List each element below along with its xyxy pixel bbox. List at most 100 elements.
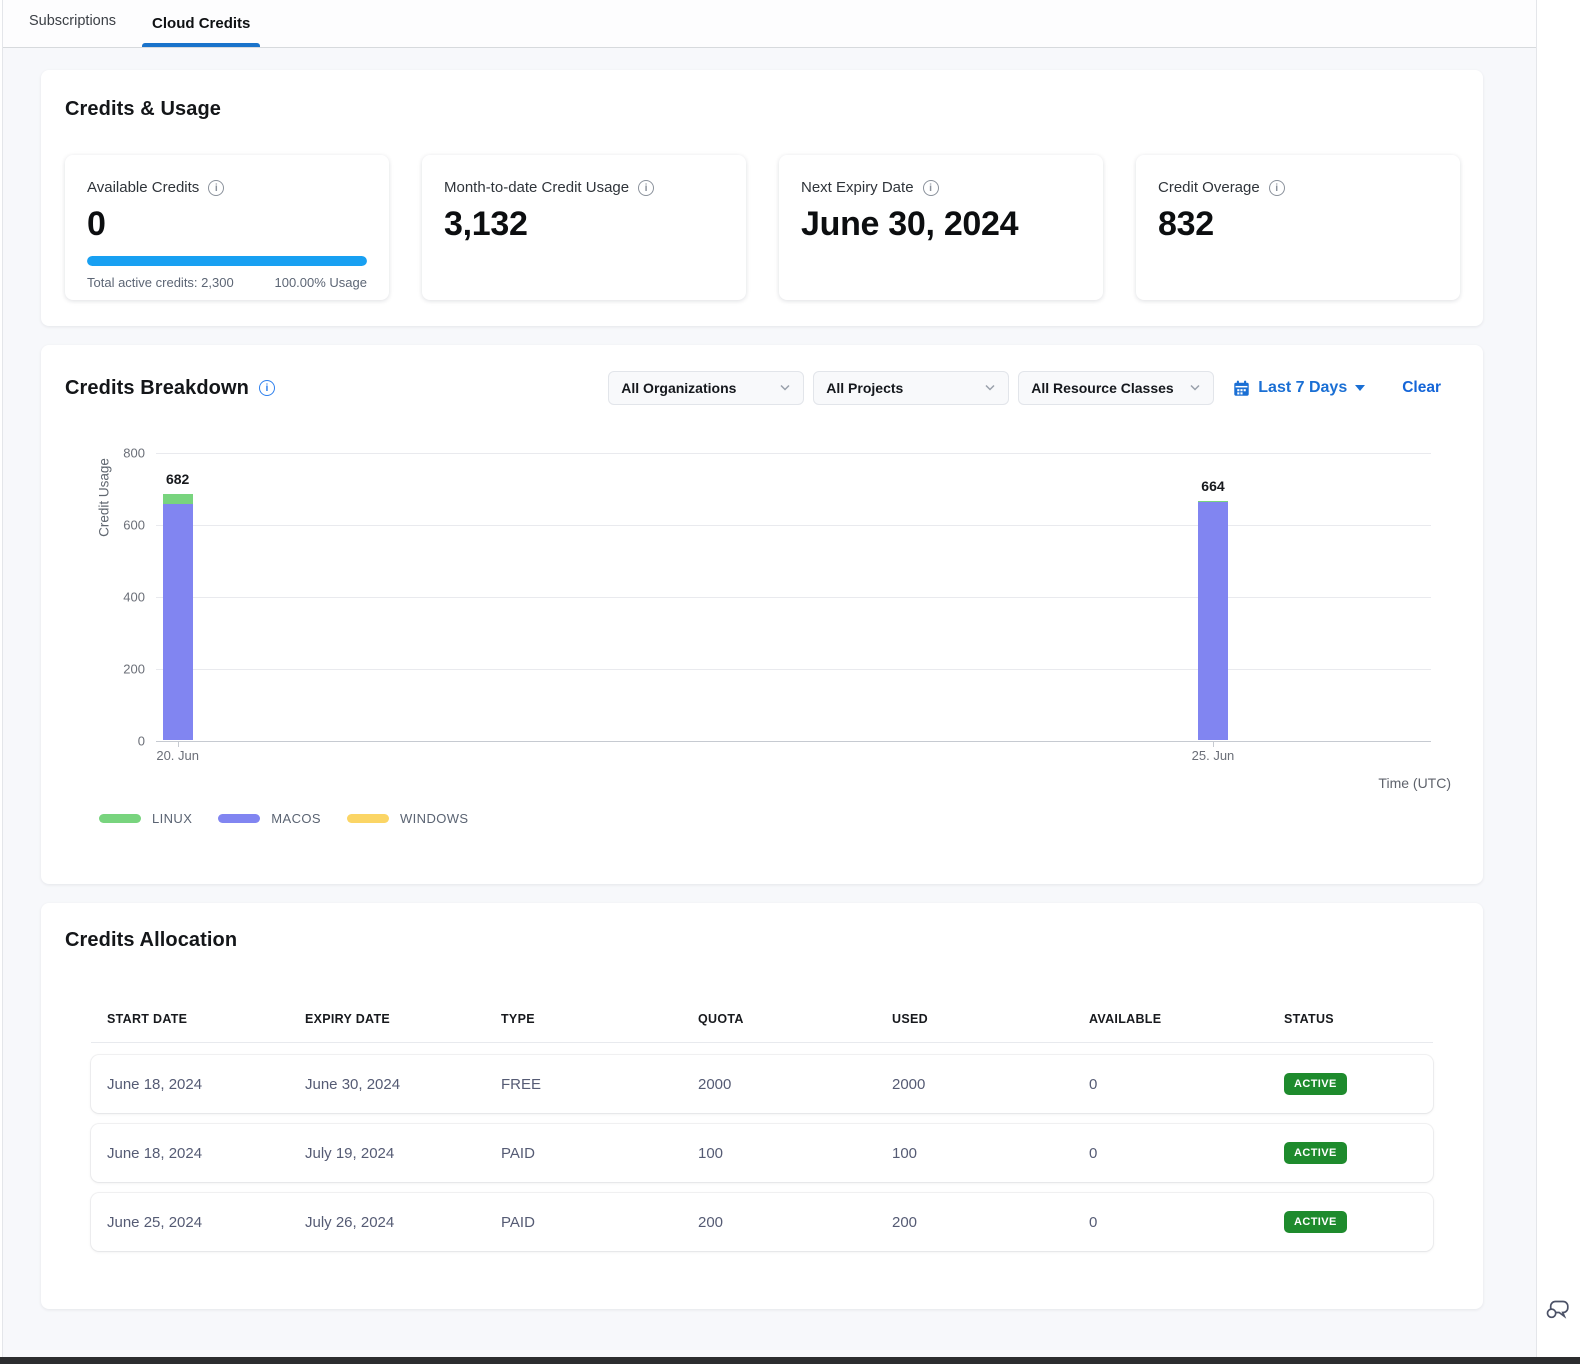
main-content: Credits & Usage Available Credits 0 Tota… xyxy=(3,48,1536,1309)
total-active-credits-text: Total active credits: 2,300 xyxy=(87,275,234,290)
cell-start-date: June 18, 2024 xyxy=(91,1145,289,1162)
date-range-button[interactable]: Last 7 Days xyxy=(1233,379,1365,397)
metric-grid: Available Credits 0 Total active credits… xyxy=(65,155,1460,300)
info-icon[interactable] xyxy=(638,180,654,196)
info-icon[interactable] xyxy=(923,180,939,196)
column-header-quota: QUOTA xyxy=(682,1012,876,1026)
info-icon[interactable] xyxy=(259,380,275,396)
legend-swatch xyxy=(218,814,260,823)
available-credits-value: 0 xyxy=(87,205,367,244)
chart-x-axis-title: Time (UTC) xyxy=(156,775,1451,791)
screen: Subscriptions Cloud Credits Credits & Us… xyxy=(0,0,1580,1364)
chat-bubbles-icon xyxy=(1542,1294,1572,1324)
cell-status: ACTIVE xyxy=(1268,1142,1433,1164)
column-header-status: STATUS xyxy=(1268,1012,1433,1026)
chart-legend: LINUX MACOS WINDOWS xyxy=(99,811,1431,826)
section-credits-allocation: Credits Allocation START DATEEXPIRY DATE… xyxy=(41,903,1483,1309)
table-row: June 25, 2024July 26, 2024PAID2002000ACT… xyxy=(91,1193,1433,1251)
info-icon[interactable] xyxy=(208,180,224,196)
cell-type: PAID xyxy=(485,1145,682,1162)
cell-used: 2000 xyxy=(876,1076,1073,1093)
chevron-down-icon xyxy=(779,384,791,392)
chart-x-axis: 20. Jun25. Jun xyxy=(156,741,1431,765)
caret-down-icon xyxy=(1355,385,1365,391)
cell-available: 0 xyxy=(1073,1145,1268,1162)
usage-percent-text: 100.00% Usage xyxy=(274,275,367,290)
legend-label: LINUX xyxy=(152,811,192,826)
calendar-icon xyxy=(1233,380,1250,397)
cell-expiry-date: July 19, 2024 xyxy=(289,1145,485,1162)
cell-expiry-date: July 26, 2024 xyxy=(289,1214,485,1231)
cell-available: 0 xyxy=(1073,1214,1268,1231)
date-range-label: Last 7 Days xyxy=(1258,379,1347,397)
right-gutter xyxy=(1538,0,1580,1357)
credits-breakdown-title: Credits Breakdown xyxy=(65,377,249,400)
organizations-select[interactable]: All Organizations xyxy=(608,371,804,405)
bottom-edge-bar xyxy=(0,1357,1580,1364)
cell-status: ACTIVE xyxy=(1268,1211,1433,1233)
chevron-down-icon xyxy=(1189,384,1201,392)
app-panel: Subscriptions Cloud Credits Credits & Us… xyxy=(2,0,1537,1357)
resource-classes-select[interactable]: All Resource Classes xyxy=(1018,371,1214,405)
legend-item-linux[interactable]: LINUX xyxy=(99,811,192,826)
credit-overage-label: Credit Overage xyxy=(1158,179,1260,196)
mtd-usage-value: 3,132 xyxy=(444,205,724,244)
credits-usage-title: Credits & Usage xyxy=(65,98,1460,121)
credits-progress-bar xyxy=(87,256,367,266)
chart-y-tick-label: 800 xyxy=(123,446,145,461)
bar-segment-linux[interactable] xyxy=(163,494,193,504)
chart-y-tick-label: 600 xyxy=(123,518,145,533)
bar-segment-macos[interactable] xyxy=(1198,502,1228,740)
next-expiry-label: Next Expiry Date xyxy=(801,179,914,196)
legend-swatch xyxy=(99,814,141,823)
available-credits-label: Available Credits xyxy=(87,179,199,196)
card-mtd-credit-usage: Month-to-date Credit Usage 3,132 xyxy=(422,155,746,300)
chart-x-tick-mark xyxy=(1213,741,1214,747)
info-icon[interactable] xyxy=(1269,180,1285,196)
feedback-chat-button[interactable] xyxy=(1542,1294,1572,1324)
mtd-usage-label: Month-to-date Credit Usage xyxy=(444,179,629,196)
section-credits-usage: Credits & Usage Available Credits 0 Tota… xyxy=(41,70,1483,326)
bar-segment-macos[interactable] xyxy=(163,504,193,740)
chart-x-tick-mark xyxy=(178,741,179,747)
credit-usage-chart: Credit Usage 0200400600800682664 20. Jun… xyxy=(156,453,1431,826)
active-tab-underline xyxy=(142,43,260,47)
chart-gridline xyxy=(156,669,1431,670)
bar-segment-linux[interactable] xyxy=(1198,501,1228,502)
status-badge: ACTIVE xyxy=(1284,1142,1347,1164)
chart-x-tick-label: 20. Jun xyxy=(156,748,199,763)
credits-allocation-table: START DATEEXPIRY DATETYPEQUOTAUSEDAVAILA… xyxy=(91,1012,1433,1251)
cell-type: FREE xyxy=(485,1076,682,1093)
next-expiry-value: June 30, 2024 xyxy=(801,205,1081,244)
card-credit-overage: Credit Overage 832 xyxy=(1136,155,1460,300)
status-badge: ACTIVE xyxy=(1284,1211,1347,1233)
section-credits-breakdown: Credits Breakdown All Organizations All … xyxy=(41,345,1483,884)
chart-gridline xyxy=(156,453,1431,454)
credit-overage-value: 832 xyxy=(1158,205,1438,244)
chevron-down-icon xyxy=(984,384,996,392)
cell-quota: 100 xyxy=(682,1145,876,1162)
projects-select[interactable]: All Projects xyxy=(813,371,1009,405)
legend-label: MACOS xyxy=(271,811,321,826)
card-next-expiry-date: Next Expiry Date June 30, 2024 xyxy=(779,155,1103,300)
clear-filters-button[interactable]: Clear xyxy=(1402,379,1441,397)
chart-y-tick-label: 200 xyxy=(123,662,145,677)
column-header-type: TYPE xyxy=(485,1012,682,1026)
legend-item-windows[interactable]: WINDOWS xyxy=(347,811,469,826)
bar-value-label: 664 xyxy=(1183,478,1243,494)
chart-y-axis-title: Credit Usage xyxy=(97,452,114,544)
chart-plot-area: Credit Usage 0200400600800682664 xyxy=(156,453,1431,741)
cell-status: ACTIVE xyxy=(1268,1073,1433,1095)
table-body: June 18, 2024June 30, 2024FREE200020000A… xyxy=(91,1055,1433,1251)
tab-cloud-credits[interactable]: Cloud Credits xyxy=(142,15,260,47)
table-row: June 18, 2024June 30, 2024FREE200020000A… xyxy=(91,1055,1433,1113)
chart-gridline xyxy=(156,597,1431,598)
cell-start-date: June 25, 2024 xyxy=(91,1214,289,1231)
tab-subscriptions[interactable]: Subscriptions xyxy=(25,13,120,47)
bar-value-label: 682 xyxy=(148,471,208,487)
credits-progress-fill xyxy=(87,256,367,266)
cell-quota: 2000 xyxy=(682,1076,876,1093)
breakdown-filters: All Organizations All Projects All Resou… xyxy=(608,371,1459,405)
table-header-row: START DATEEXPIRY DATETYPEQUOTAUSEDAVAILA… xyxy=(91,1012,1433,1043)
legend-item-macos[interactable]: MACOS xyxy=(218,811,321,826)
